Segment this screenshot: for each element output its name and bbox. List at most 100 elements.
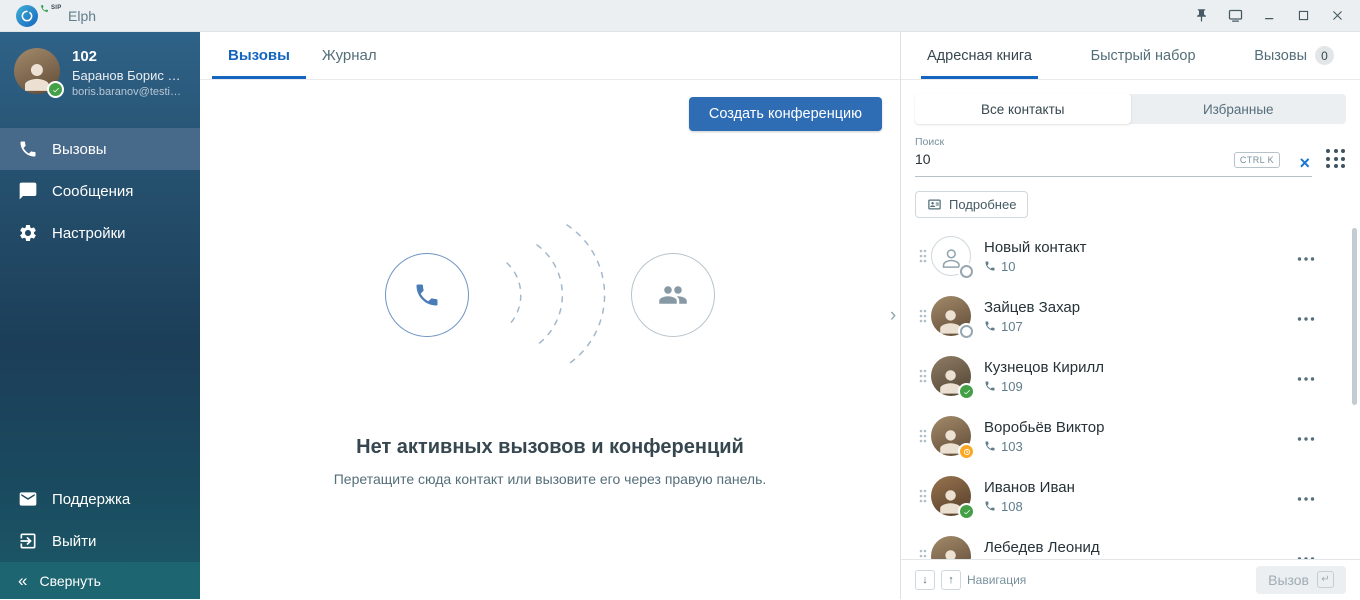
call-button[interactable]: Вызов ↵ <box>1256 566 1346 594</box>
panel-footer: ↓ ↑ Навигация Вызов ↵ <box>901 559 1360 599</box>
contact-avatar <box>931 356 971 396</box>
status-badge <box>960 385 973 398</box>
app-logo: SIP <box>16 4 62 28</box>
user-name: Баранов Борис Вик… <box>72 68 186 83</box>
tab-speed-dial[interactable]: Быстрый набор <box>1085 32 1202 79</box>
contact-row[interactable]: Новый контакт 10 <box>915 226 1346 286</box>
logout-icon <box>18 531 38 551</box>
search-input[interactable] <box>915 151 1133 167</box>
drag-handle-icon[interactable] <box>915 428 931 444</box>
dialpad-button[interactable] <box>1326 149 1346 169</box>
phone-icon <box>984 380 996 392</box>
empty-state-title: Нет активных вызовов и конференций <box>356 436 744 459</box>
pin-icon <box>1194 8 1209 23</box>
contact-number: 109 <box>1001 379 1023 394</box>
contact-row[interactable]: Лебедев Леонид 110 <box>915 526 1346 559</box>
contacts-filter-segmented: Все контакты Избранные <box>915 94 1346 124</box>
contact-row[interactable]: Иванов Иван 108 <box>915 466 1346 526</box>
user-email: boris.baranov@testin… <box>72 86 186 98</box>
segment-favorites[interactable]: Избранные <box>1131 94 1347 124</box>
calls-count-badge: 0 <box>1315 46 1334 65</box>
contact-more-button[interactable] <box>1292 244 1320 269</box>
tab-label: Вызовы <box>1254 48 1307 64</box>
screen-capture-button[interactable] <box>1222 3 1248 29</box>
drag-handle-icon[interactable] <box>915 548 931 559</box>
contact-number: 107 <box>1001 319 1023 334</box>
window-controls <box>1188 3 1350 29</box>
user-extension: 102 <box>72 48 186 65</box>
main-panel: Вызовы Журнал Создать конференцию Нет ак… <box>200 32 900 599</box>
contact-more-button[interactable] <box>1292 484 1320 509</box>
drag-handle-icon[interactable] <box>915 488 931 504</box>
contacts-panel: Адресная книга Быстрый набор Вызовы 0 Вс… <box>900 32 1360 599</box>
close-button[interactable] <box>1324 3 1350 29</box>
close-icon <box>1330 8 1345 23</box>
double-chevron-left-icon: « <box>18 572 27 589</box>
contact-row[interactable]: Воробьёв Виктор 103 <box>915 406 1346 466</box>
contact-more-button[interactable] <box>1292 304 1320 329</box>
tab-label: Быстрый набор <box>1091 48 1196 64</box>
status-badge <box>49 83 62 96</box>
enter-key-icon: ↵ <box>1317 571 1334 588</box>
minimize-icon <box>1262 8 1277 23</box>
empty-state-subtitle: Перетащите сюда контакт или вызовите его… <box>334 471 767 487</box>
details-button-label: Подробнее <box>949 197 1016 212</box>
calls-empty-state: Создать конференцию Нет активных вызовов… <box>200 80 900 599</box>
navigate-down-button[interactable]: ↓ <box>915 570 935 590</box>
more-icon <box>1297 437 1315 441</box>
contact-avatar <box>931 416 971 456</box>
details-button[interactable]: Подробнее <box>915 191 1028 218</box>
titlebar: SIP Elph <box>0 0 1360 32</box>
collapse-label: Свернуть <box>39 573 100 589</box>
status-badge <box>960 265 973 278</box>
drag-handle-icon[interactable] <box>915 368 931 384</box>
status-badge <box>960 505 973 518</box>
contact-more-button[interactable] <box>1292 544 1320 560</box>
maximize-icon <box>1296 8 1311 23</box>
sidebar-item-calls[interactable]: Вызовы <box>0 128 200 170</box>
sidebar-item-support[interactable]: Поддержка <box>0 478 200 520</box>
sidebar-item-logout[interactable]: Выйти <box>0 520 200 562</box>
tab-calls-count[interactable]: Вызовы 0 <box>1248 32 1340 79</box>
navigation-label: Навигация <box>967 573 1026 587</box>
clear-search-button[interactable]: × <box>1299 154 1310 172</box>
contact-row[interactable]: Кузнецов Кирилл 109 <box>915 346 1346 406</box>
navigate-up-button[interactable]: ↑ <box>941 570 961 590</box>
contact-more-button[interactable] <box>1292 364 1320 389</box>
contact-row[interactable]: Зайцев Захар 107 <box>915 286 1346 346</box>
gear-icon <box>18 223 38 243</box>
contact-name: Лебедев Леонид <box>984 539 1292 556</box>
scrollbar-thumb[interactable] <box>1352 228 1357 405</box>
create-conference-button[interactable]: Создать конференцию <box>689 97 882 131</box>
group-icon <box>658 280 688 310</box>
more-icon <box>1297 497 1315 501</box>
tab-label: Журнал <box>322 47 377 64</box>
contact-name: Воробьёв Виктор <box>984 419 1292 436</box>
drag-handle-icon[interactable] <box>915 248 931 264</box>
logo-phone-icon <box>40 4 49 13</box>
tab-address-book[interactable]: Адресная книга <box>921 32 1038 79</box>
tab-journal[interactable]: Журнал <box>306 32 393 79</box>
contact-number: 10 <box>1001 259 1015 274</box>
right-tab-bar: Адресная книга Быстрый набор Вызовы 0 <box>901 32 1360 80</box>
phone-icon <box>413 281 441 309</box>
contact-avatar <box>931 476 971 516</box>
tab-calls[interactable]: Вызовы <box>212 32 306 79</box>
drag-handle-icon[interactable] <box>915 308 931 324</box>
contact-search-field: Поиск CTRL K × <box>915 134 1312 177</box>
collapse-panel-handle[interactable]: › <box>886 305 900 327</box>
collapse-sidebar-button[interactable]: « Свернуть <box>0 562 200 599</box>
maximize-button[interactable] <box>1290 3 1316 29</box>
phone-icon <box>984 320 996 332</box>
contact-number: 108 <box>1001 499 1023 514</box>
contacts-scrollbar[interactable] <box>1352 212 1357 553</box>
call-button-label: Вызов <box>1268 572 1309 588</box>
pin-button[interactable] <box>1188 3 1214 29</box>
segment-all-contacts[interactable]: Все контакты <box>915 94 1131 124</box>
minimize-button[interactable] <box>1256 3 1282 29</box>
contact-more-button[interactable] <box>1292 424 1320 449</box>
chat-icon <box>18 181 38 201</box>
sidebar-item-messages[interactable]: Сообщения <box>0 170 200 212</box>
user-profile[interactable]: 102 Баранов Борис Вик… boris.baranov@tes… <box>0 32 200 116</box>
sidebar-item-settings[interactable]: Настройки <box>0 212 200 254</box>
